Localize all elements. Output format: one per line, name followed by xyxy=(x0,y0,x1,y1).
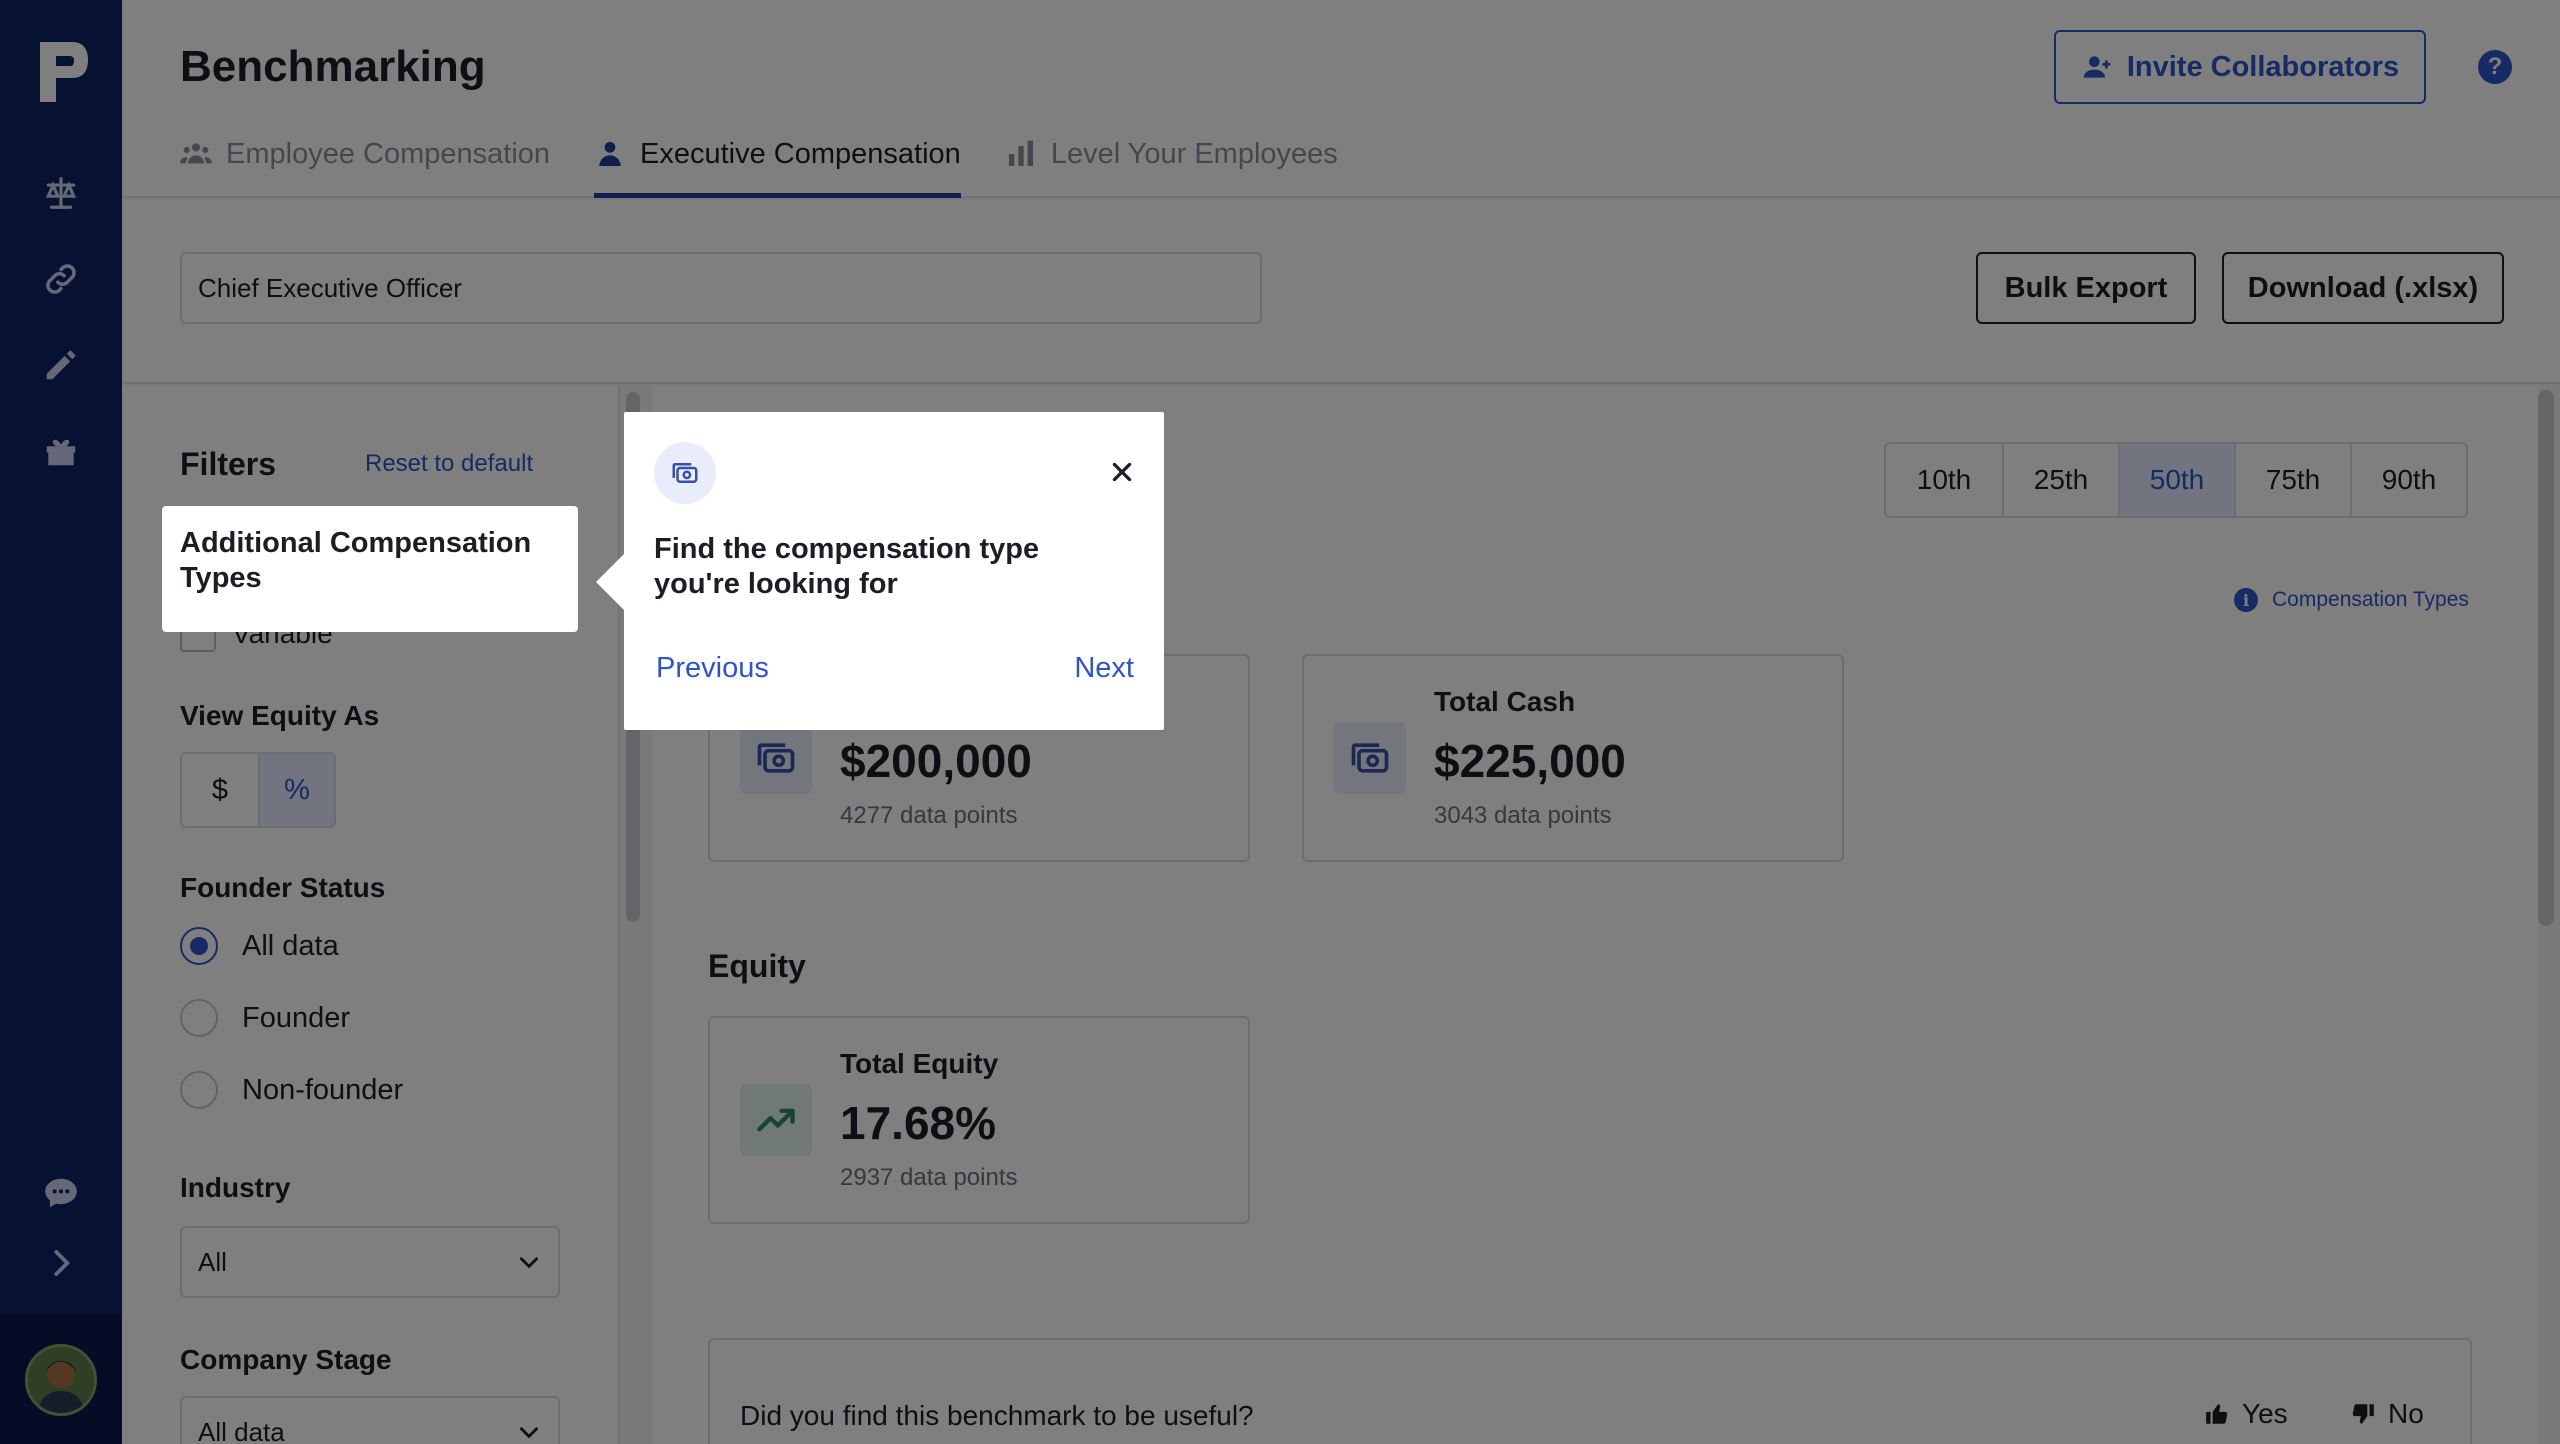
tour-popover: Find the compensation type you're lookin… xyxy=(596,412,1164,730)
additional-compensation-title: Additional Compensation Types xyxy=(180,527,532,594)
tour-overlay[interactable] xyxy=(0,0,2560,1444)
tour-highlight-additional-compensation: Additional Compensation Types xyxy=(162,506,578,632)
close-icon[interactable] xyxy=(1102,452,1142,492)
tour-previous-button[interactable]: Previous xyxy=(656,652,769,685)
tour-message: Find the compensation type you're lookin… xyxy=(654,533,1040,600)
cash-icon xyxy=(654,442,716,504)
tour-next-button[interactable]: Next xyxy=(1074,652,1134,685)
popover-arrow xyxy=(596,554,624,610)
